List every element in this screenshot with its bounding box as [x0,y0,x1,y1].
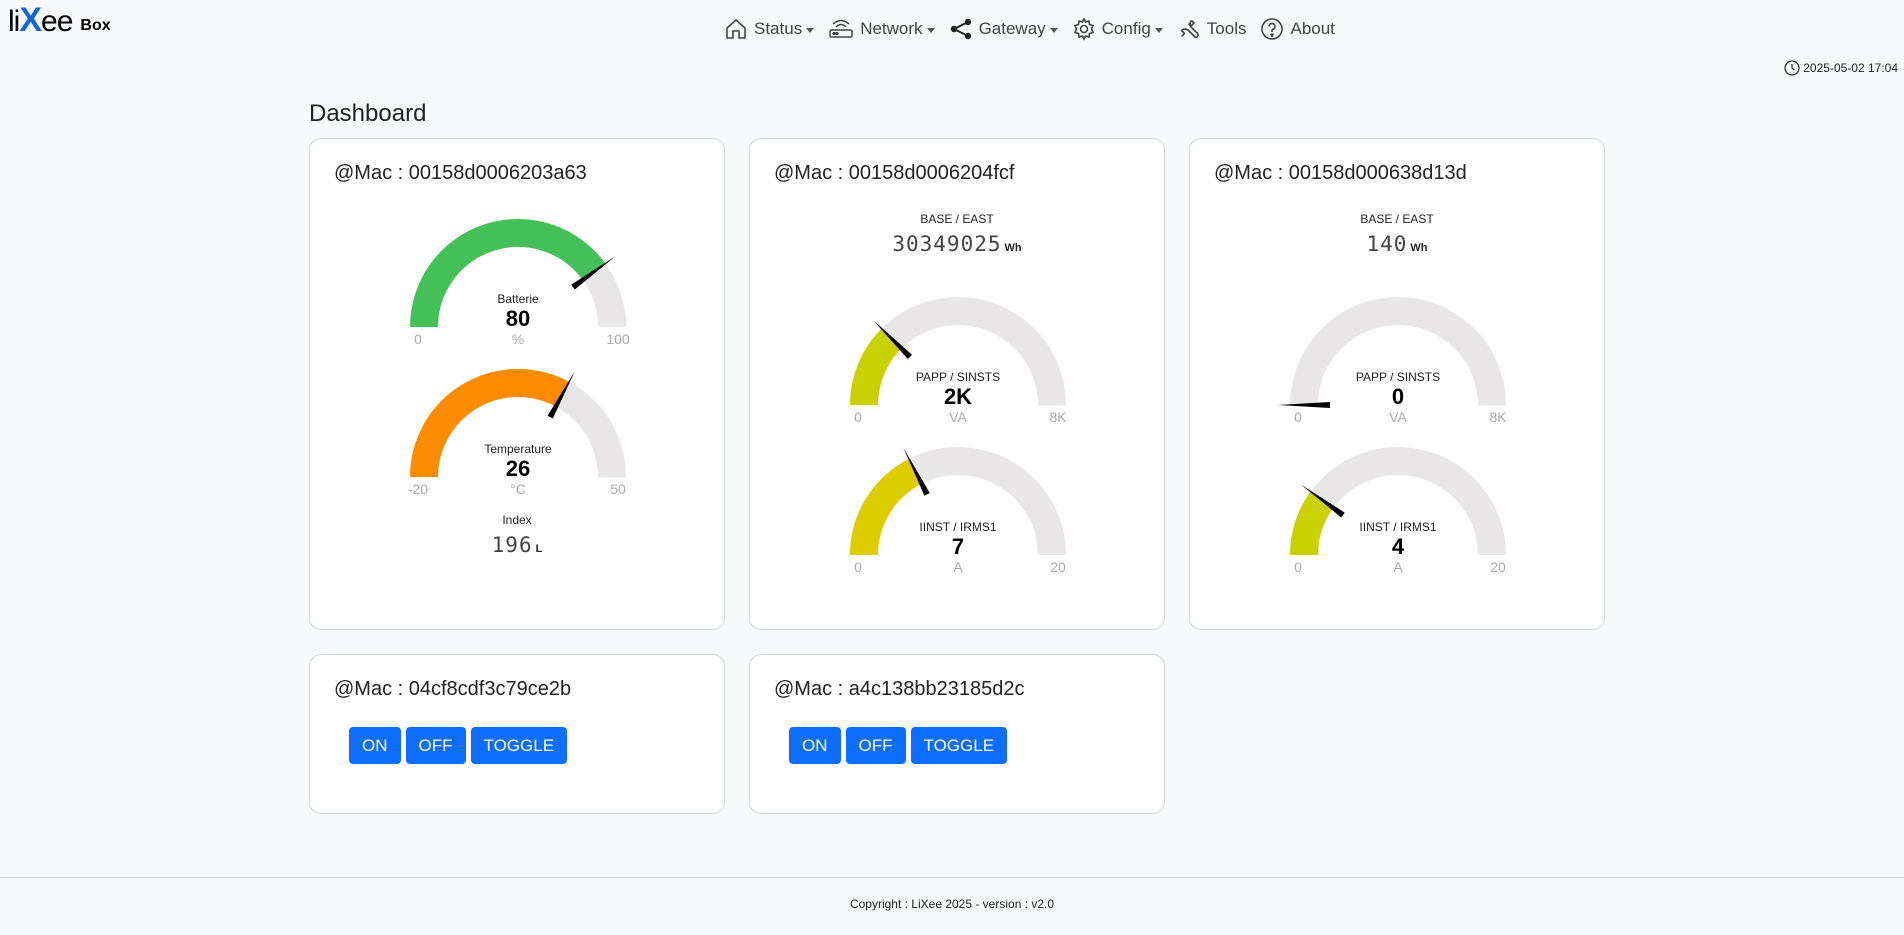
meter-label: BASE / EAST [1360,212,1434,226]
gauge-value: 4 [1391,534,1405,559]
gauge-value: 7 [951,534,965,559]
gauge-label: Batterie [497,292,539,306]
gauge-label: IINST / IRMS1 [919,520,997,534]
nav-tools[interactable]: Tools [1177,17,1247,41]
meter-unit: Wh [1410,242,1428,254]
footer: Copyright : LiXee 2025 - version : v2.0 [0,877,1904,935]
nav-gateway[interactable]: Gateway [949,17,1058,41]
gauge-label: PAPP / SINSTS [915,370,1001,384]
nav-about-label: About [1290,19,1335,38]
temperature-gauge: Temperature 26 °C -20 50 [388,357,648,507]
device-mac-title: @Mac : 00158d0006204fcf [774,162,1015,184]
copyright-text: Copyright : LiXee 2025 - version : v2.0 [849,897,1055,911]
nav-status-label: Status [754,19,803,38]
switch-controls: ON OFF TOGGLE [349,727,572,764]
nav-tools-label: Tools [1206,19,1247,38]
gauge-value: 26 [505,456,531,481]
gauge-value: 2K [943,384,973,409]
on-button[interactable]: ON [349,727,401,764]
power-gauge: PAPP / SINSTS 0 VA 0 8K [1268,285,1528,435]
nav-gateway-label: Gateway [978,19,1046,38]
nav-network[interactable]: Network [828,17,935,41]
gear-icon [1073,17,1094,41]
current-gauge: IINST / IRMS1 4 A 0 20 [1268,435,1528,585]
router-icon [829,19,853,38]
chevron-down-icon [1154,27,1163,33]
chevron-down-icon [926,27,935,33]
device-card: @Mac : 00158d000638d13d BASE / EAST 140 W… [1189,138,1605,630]
meter-unit: L [535,543,543,555]
gauge-min: 0 [854,559,862,575]
device-card: @Mac : 00158d0006204fcf BASE / EAST 3034… [749,138,1165,630]
meter-value: 30349025 Wh [892,232,1022,256]
meter-label: BASE / EAST [920,212,994,226]
share-nodes-icon [950,18,971,40]
off-button[interactable]: OFF [405,727,466,764]
meter-label: Index [502,513,532,527]
device-mac-title: @Mac : 00158d000638d13d [1214,162,1467,184]
battery-gauge: Batterie 80 % 0 100 [388,207,648,357]
switch-controls: ON OFF TOGGLE [789,727,1012,764]
gauge-label: PAPP / SINSTS [1355,370,1441,384]
meter-unit: Wh [1004,242,1022,254]
current-gauge: IINST / IRMS1 7 A 0 20 [828,435,1088,585]
nav-network-label: Network [860,19,923,38]
nav-status[interactable]: Status [724,17,815,41]
meter-value: 196 L [491,533,543,557]
nav-config-label: Config [1101,19,1151,38]
meter-value: 140 Wh [1366,232,1428,256]
toggle-button[interactable]: TOGGLE [470,727,568,764]
off-button[interactable]: OFF [845,727,906,764]
device-mac-title: @Mac : 04cf8cdf3c79ce2b [334,678,572,700]
clock-icon [1784,60,1800,76]
brand-logo[interactable]: liXee Box [8,1,111,40]
on-button[interactable]: ON [789,727,841,764]
gauge-max: 100 [606,331,630,347]
nav-config[interactable]: Config [1072,17,1163,41]
gauge-max: 8K [1049,409,1067,425]
chevron-down-icon [1049,27,1058,33]
gauge-max: 50 [610,481,626,497]
gauge-label: Temperature [484,442,552,456]
device-mac-title: @Mac : a4c138bb23185d2c [774,678,1025,700]
home-icon [726,19,746,39]
main-nav: Status Network Gateway Config Tools Abou… [724,14,1349,44]
switch-card: @Mac : a4c138bb23185d2c ON OFF TOGGLE [749,654,1165,814]
gauge-label: IINST / IRMS1 [1359,520,1437,534]
gauge-min: 0 [1294,559,1302,575]
chevron-down-icon [806,27,815,33]
nav-about[interactable]: About [1260,17,1335,41]
brand-wordmark: liXee [8,1,73,39]
gauge-min: -20 [407,481,429,497]
gauge-value: 80 [505,306,531,331]
power-gauge: PAPP / SINSTS 2K VA 0 8K [828,285,1088,435]
page-title: Dashboard [309,100,427,127]
device-card: @Mac : 00158d0006203a63 Batterie 80 % 0 … [309,138,725,630]
question-circle-icon [1261,18,1284,40]
gauge-value: 0 [1391,384,1405,409]
gauge-max: 20 [1050,559,1066,575]
gauge-max: 20 [1490,559,1506,575]
brand-subtitle: Box [80,17,111,34]
gauge-min: 0 [1294,409,1302,425]
gauge-min: 0 [854,409,862,425]
clock-text: 2025-05-02 17:04 [1803,61,1898,75]
toggle-button[interactable]: TOGGLE [910,727,1008,764]
device-mac-title: @Mac : 00158d0006203a63 [334,162,587,184]
gauge-min: 0 [414,331,422,347]
switch-card: @Mac : 04cf8cdf3c79ce2b ON OFF TOGGLE [309,654,725,814]
gauge-max: 8K [1489,409,1507,425]
wrench-icon [1180,19,1199,38]
clock: 2025-05-02 17:04 [1784,60,1898,76]
